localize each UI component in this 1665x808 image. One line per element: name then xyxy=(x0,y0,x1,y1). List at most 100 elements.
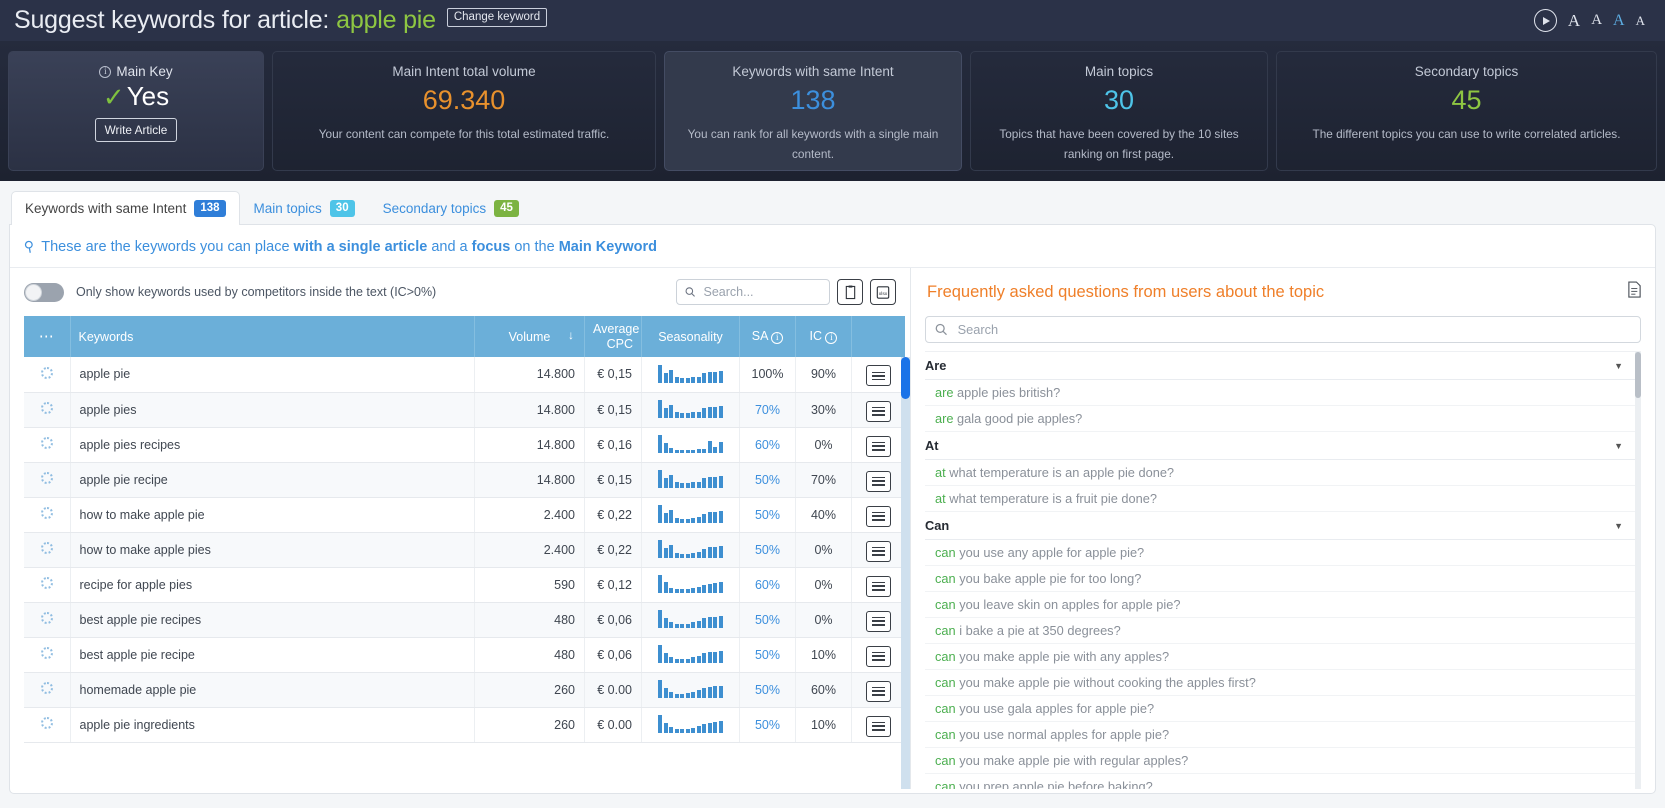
faq-group-header[interactable]: Are ▼ xyxy=(925,352,1641,380)
table-row[interactable]: apple pies recipes 14.800 € 0,16 60% 0% xyxy=(24,427,905,463)
faq-group-header[interactable]: Can ▼ xyxy=(925,512,1641,540)
row-menu-button[interactable] xyxy=(851,357,905,393)
scrollbar-thumb[interactable] xyxy=(1635,352,1641,398)
table-row[interactable]: apple pie ingredients 260 € 0.00 50% 10% xyxy=(24,707,905,743)
faq-group-header[interactable]: At ▼ xyxy=(925,432,1641,460)
faq-search-box[interactable] xyxy=(925,316,1641,343)
faq-item[interactable]: can you make apple pie with any apples? xyxy=(925,644,1641,670)
row-loading-icon[interactable] xyxy=(24,462,71,498)
row-sa[interactable]: 70% xyxy=(739,392,796,428)
row-keyword[interactable]: how to make apple pies xyxy=(70,532,475,568)
row-sa[interactable]: 50% xyxy=(739,637,796,673)
table-vertical-scrollbar[interactable] xyxy=(901,357,910,789)
column-average-cpc[interactable]: Average CPC xyxy=(584,316,642,357)
faq-item[interactable]: can you bake apple pie for too long? xyxy=(925,566,1641,592)
info-icon[interactable]: i xyxy=(825,331,838,344)
tab-keywords-with-same-intent[interactable]: Keywords with same Intent 138 xyxy=(11,191,240,225)
row-loading-icon[interactable] xyxy=(24,532,71,568)
row-loading-icon[interactable] xyxy=(24,497,71,533)
row-keyword[interactable]: apple pies xyxy=(70,392,475,428)
row-menu-button[interactable] xyxy=(851,707,905,743)
write-article-button[interactable]: Write Article xyxy=(94,118,178,142)
faq-vertical-scrollbar[interactable] xyxy=(1635,352,1641,789)
row-keyword[interactable]: apple pie ingredients xyxy=(70,707,475,743)
column-sa[interactable]: SA i xyxy=(739,316,796,357)
row-menu-button[interactable] xyxy=(851,672,905,708)
table-row[interactable]: apple pie 14.800 € 0,15 100% 90% xyxy=(24,357,905,393)
faq-item[interactable]: can you leave skin on apples for apple p… xyxy=(925,592,1641,618)
faq-search-input[interactable] xyxy=(955,321,1631,338)
faq-item[interactable]: can i bake a pie at 350 degrees? xyxy=(925,618,1641,644)
faq-item[interactable]: at what temperature is an apple pie done… xyxy=(925,460,1641,486)
chevron-down-icon[interactable]: ▼ xyxy=(1614,441,1637,451)
row-sa[interactable]: 50% xyxy=(739,602,796,638)
row-loading-icon[interactable] xyxy=(24,427,71,463)
row-loading-icon[interactable] xyxy=(24,602,71,638)
keyword-search-box[interactable] xyxy=(676,279,830,305)
table-row[interactable]: apple pie recipe 14.800 € 0,15 50% 70% xyxy=(24,462,905,498)
table-row[interactable]: recipe for apple pies 590 € 0,12 60% 0% xyxy=(24,567,905,603)
row-menu-button[interactable] xyxy=(851,427,905,463)
row-keyword[interactable]: how to make apple pie xyxy=(70,497,475,533)
info-icon[interactable]: i xyxy=(99,65,112,78)
row-menu-button[interactable] xyxy=(851,567,905,603)
column-seasonality[interactable]: Seasonality xyxy=(641,316,740,357)
keyword-search-input[interactable] xyxy=(701,284,821,300)
play-circle-icon[interactable] xyxy=(1533,9,1557,32)
table-row[interactable]: apple pies 14.800 € 0,15 70% 30% xyxy=(24,392,905,428)
row-sa[interactable]: 50% xyxy=(739,672,796,708)
faq-item[interactable]: can you prep apple pie before baking? xyxy=(925,774,1641,789)
chevron-down-icon[interactable]: ▼ xyxy=(1614,521,1637,531)
copy-icon[interactable] xyxy=(837,279,863,305)
competitor-filter-toggle[interactable] xyxy=(24,282,64,302)
table-row[interactable]: how to make apple pies 2.400 € 0,22 50% 0% xyxy=(24,532,905,568)
column-keywords[interactable]: Keywords xyxy=(70,316,475,357)
row-keyword[interactable]: homemade apple pie xyxy=(70,672,475,708)
faq-item[interactable]: can you make apple pie without cooking t… xyxy=(925,670,1641,696)
tab-main-topics[interactable]: Main topics 30 xyxy=(240,191,369,225)
row-sa[interactable]: 50% xyxy=(739,497,796,533)
change-keyword-button[interactable]: Change keyword xyxy=(446,8,548,27)
column-volume[interactable]: Volume ↓ xyxy=(474,316,585,357)
row-loading-icon[interactable] xyxy=(24,357,71,393)
row-keyword[interactable]: apple pie recipe xyxy=(70,462,475,498)
column-ic[interactable]: IC i xyxy=(795,316,852,357)
font-size-button-3[interactable]: A xyxy=(1613,12,1625,29)
xlsx-export-icon[interactable]: xlsx xyxy=(870,279,896,305)
font-size-button-2[interactable]: A xyxy=(1591,13,1602,28)
row-sa[interactable]: 50% xyxy=(739,532,796,568)
column-options-button[interactable]: ⋯ xyxy=(24,316,71,357)
row-sa[interactable]: 50% xyxy=(739,462,796,498)
table-row[interactable]: best apple pie recipes 480 € 0,06 50% 0% xyxy=(24,602,905,638)
table-row[interactable]: homemade apple pie 260 € 0.00 50% 60% xyxy=(24,672,905,708)
document-icon[interactable] xyxy=(1627,281,1642,303)
row-loading-icon[interactable] xyxy=(24,567,71,603)
row-menu-button[interactable] xyxy=(851,637,905,673)
faq-item[interactable]: can you use any apple for apple pie? xyxy=(925,540,1641,566)
row-keyword[interactable]: apple pie xyxy=(70,357,475,393)
faq-item[interactable]: can you make apple pie with regular appl… xyxy=(925,748,1641,774)
faq-item[interactable]: are gala good pie apples? xyxy=(925,406,1641,432)
font-size-button-1[interactable]: A xyxy=(1568,12,1580,29)
chevron-down-icon[interactable]: ▼ xyxy=(1614,361,1637,371)
row-menu-button[interactable] xyxy=(851,532,905,568)
row-sa[interactable]: 50% xyxy=(739,707,796,743)
faq-item[interactable]: can you use gala apples for apple pie? xyxy=(925,696,1641,722)
row-loading-icon[interactable] xyxy=(24,707,71,743)
row-loading-icon[interactable] xyxy=(24,672,71,708)
row-keyword[interactable]: apple pies recipes xyxy=(70,427,475,463)
tab-secondary-topics[interactable]: Secondary topics 45 xyxy=(369,191,533,225)
row-keyword[interactable]: best apple pie recipe xyxy=(70,637,475,673)
row-menu-button[interactable] xyxy=(851,392,905,428)
table-row[interactable]: best apple pie recipe 480 € 0,06 50% 10% xyxy=(24,637,905,673)
row-menu-button[interactable] xyxy=(851,497,905,533)
scrollbar-thumb[interactable] xyxy=(901,357,910,399)
card-main-topics[interactable]: Main topics 30 Topics that have been cov… xyxy=(970,51,1268,171)
row-keyword[interactable]: recipe for apple pies xyxy=(70,567,475,603)
faq-item[interactable]: can you use normal apples for apple pie? xyxy=(925,722,1641,748)
row-loading-icon[interactable] xyxy=(24,637,71,673)
font-size-button-4[interactable]: A xyxy=(1636,14,1645,27)
keywords-table-scroll[interactable]: ⋯ Keywords Volume ↓ Average CPC Seasonal… xyxy=(10,316,910,789)
faq-item[interactable]: are apple pies british? xyxy=(925,380,1641,406)
table-row[interactable]: how to make apple pie 2.400 € 0,22 50% 40% xyxy=(24,497,905,533)
